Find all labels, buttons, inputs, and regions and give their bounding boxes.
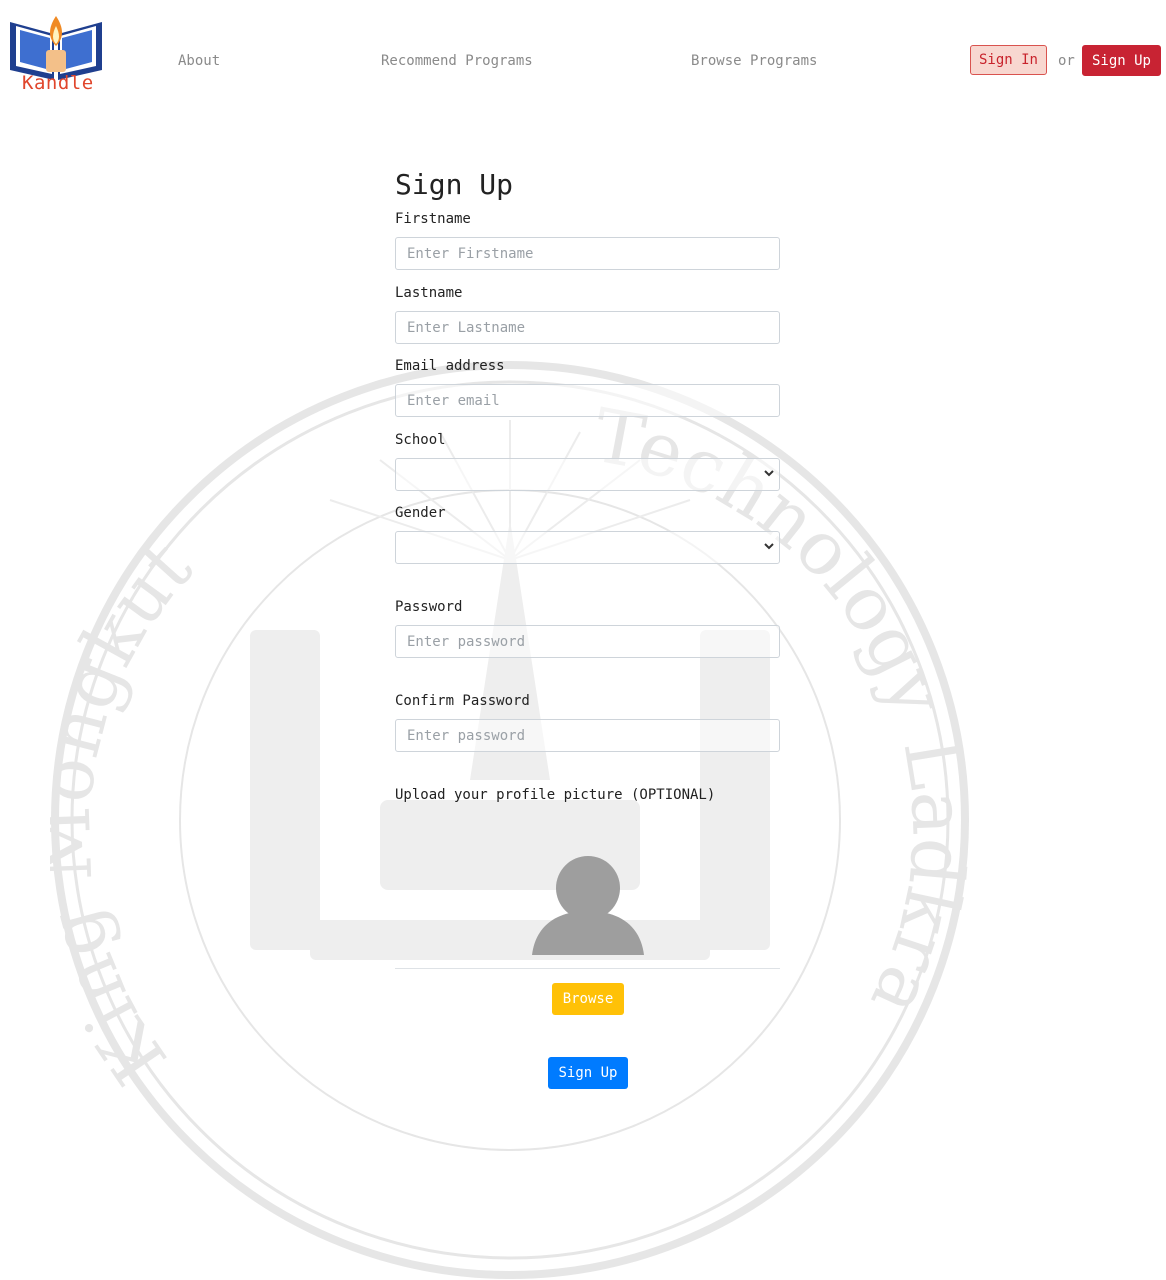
nav-about-link[interactable]: About bbox=[178, 53, 220, 69]
gender-label: Gender bbox=[395, 505, 446, 521]
gender-select[interactable] bbox=[395, 531, 780, 564]
lastname-label: Lastname bbox=[395, 285, 463, 301]
confirm-password-input[interactable] bbox=[395, 719, 780, 752]
school-select[interactable] bbox=[395, 458, 780, 491]
nav-recommend-programs-link[interactable]: Recommend Programs bbox=[381, 53, 533, 69]
sign-up-submit-button[interactable]: Sign Up bbox=[548, 1057, 628, 1089]
email-label: Email address bbox=[395, 358, 505, 374]
avatar-divider bbox=[395, 968, 780, 969]
sign-in-button[interactable]: Sign In bbox=[970, 45, 1047, 75]
upload-picture-label: Upload your profile picture (OPTIONAL) bbox=[395, 787, 716, 803]
page-title: Sign Up bbox=[395, 168, 514, 201]
school-label: School bbox=[395, 432, 446, 448]
password-label: Password bbox=[395, 599, 463, 615]
or-separator: or bbox=[1058, 53, 1075, 69]
svg-text:King Mongkut: King Mongkut bbox=[50, 525, 209, 1099]
firstname-input[interactable] bbox=[395, 237, 780, 270]
lastname-input[interactable] bbox=[395, 311, 780, 344]
university-seal-watermark: King Mongkut Technology Ladkrabang bbox=[50, 360, 970, 1279]
password-input[interactable] bbox=[395, 625, 780, 658]
browse-button[interactable]: Browse bbox=[552, 983, 624, 1015]
brand-name[interactable]: Kandle bbox=[22, 72, 94, 94]
email-input[interactable] bbox=[395, 384, 780, 417]
seal-text-left: King Mongkut bbox=[50, 525, 209, 1099]
nav-browse-programs-link[interactable]: Browse Programs bbox=[691, 53, 817, 69]
confirm-password-label: Confirm Password bbox=[395, 693, 530, 709]
nav-sign-up-button[interactable]: Sign Up bbox=[1082, 45, 1161, 76]
avatar-placeholder-icon bbox=[532, 856, 644, 955]
firstname-label: Firstname bbox=[395, 211, 471, 227]
top-navbar: Kandle About Recommend Programs Browse P… bbox=[0, 0, 1166, 110]
